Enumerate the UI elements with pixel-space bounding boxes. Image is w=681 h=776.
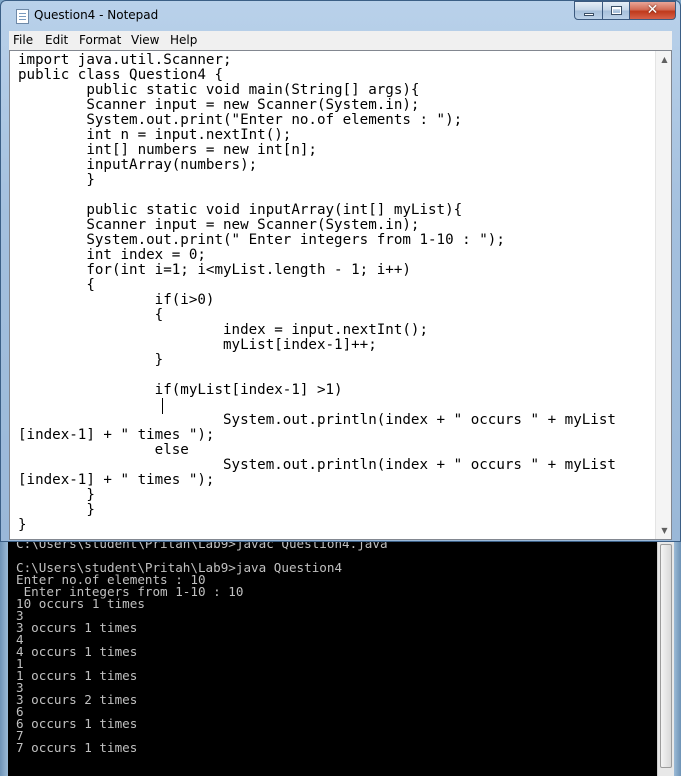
code-line: } bbox=[18, 517, 27, 533]
menu-view[interactable]: View bbox=[131, 33, 159, 47]
code-line: public class Question4 { bbox=[18, 67, 223, 83]
code-line: import java.util.Scanner; bbox=[18, 52, 232, 68]
console-line: 10 occurs 1 times bbox=[16, 596, 145, 611]
console-frame-left bbox=[0, 540, 8, 776]
code-line: for(int i=1; i<myList.length - 1; i++) bbox=[18, 262, 411, 278]
code-line: else bbox=[18, 442, 189, 458]
menu-edit[interactable]: Edit bbox=[45, 33, 68, 47]
maximize-icon bbox=[611, 6, 622, 15]
scroll-down-icon[interactable]: ▼ bbox=[656, 522, 671, 539]
code-line: public static void inputArray(int[] myLi… bbox=[18, 202, 463, 218]
code-line: public static void main(String[] args){ bbox=[18, 82, 420, 98]
code-line: int index = 0; bbox=[18, 247, 206, 263]
notepad-window: Question4 - Notepad ✕ File Edit Format V… bbox=[0, 0, 681, 542]
text-editor[interactable]: import java.util.Scanner; public class Qu… bbox=[9, 50, 672, 540]
code-line: [index-1] + " times "); bbox=[18, 472, 215, 488]
console-line: 7 occurs 1 times bbox=[16, 740, 138, 755]
code-line: int n = input.nextInt(); bbox=[18, 127, 292, 143]
menu-bar: File Edit Format View Help bbox=[9, 31, 672, 50]
code-line: [index-1] + " times "); bbox=[18, 427, 215, 443]
code-line: } bbox=[18, 502, 95, 518]
console-line: 1 occurs 1 times bbox=[16, 668, 138, 683]
window-title: Question4 - Notepad bbox=[34, 8, 159, 22]
menu-format[interactable]: Format bbox=[79, 33, 121, 47]
code-line: } bbox=[18, 352, 164, 368]
code-text: import java.util.Scanner; public class Qu… bbox=[18, 53, 616, 533]
console-line: 3 occurs 2 times bbox=[16, 692, 138, 707]
close-button[interactable]: ✕ bbox=[629, 1, 676, 20]
console-line: 6 occurs 1 times bbox=[16, 716, 138, 731]
code-line: System.out.print(" Enter integers from 1… bbox=[18, 232, 505, 248]
code-line: myList[index-1]++; bbox=[18, 337, 377, 353]
console-line: 4 occurs 1 times bbox=[16, 644, 138, 659]
title-bar[interactable]: Question4 - Notepad ✕ bbox=[1, 1, 680, 31]
menu-file[interactable]: File bbox=[13, 33, 33, 47]
code-line: Scanner input = new Scanner(System.in); bbox=[18, 217, 420, 233]
editor-scrollbar[interactable]: ▲ ▼ bbox=[655, 51, 671, 539]
code-line: { bbox=[18, 307, 164, 323]
maximize-button[interactable] bbox=[602, 1, 630, 20]
menu-help[interactable]: Help bbox=[170, 33, 197, 47]
notepad-icon bbox=[16, 9, 29, 24]
code-line: if(myList[index-1] >1) bbox=[18, 382, 343, 398]
minimize-icon bbox=[584, 13, 594, 16]
console-line: 3 occurs 1 times bbox=[16, 620, 138, 635]
console-frame-right bbox=[674, 540, 681, 776]
scroll-up-icon[interactable]: ▲ bbox=[656, 51, 671, 68]
code-line: System.out.println(index + " occurs " + … bbox=[18, 457, 616, 473]
code-line: } bbox=[18, 172, 95, 188]
console-scrollbar[interactable] bbox=[657, 540, 675, 776]
console-output[interactable]: C:\Users\student\Pritah\Lab9>javac Quest… bbox=[8, 540, 657, 776]
code-line: int[] numbers = new int[n]; bbox=[18, 142, 317, 158]
text-caret bbox=[162, 398, 163, 414]
minimize-button[interactable] bbox=[574, 1, 603, 20]
code-line: inputArray(numbers); bbox=[18, 157, 258, 173]
code-line: System.out.println(index + " occurs " + … bbox=[18, 412, 616, 428]
code-line: index = input.nextInt(); bbox=[18, 322, 428, 338]
code-line: if(i>0) bbox=[18, 292, 215, 308]
code-line: { bbox=[18, 277, 95, 293]
code-line: System.out.print("Enter no.of elements :… bbox=[18, 112, 463, 128]
code-line: Scanner input = new Scanner(System.in); bbox=[18, 97, 420, 113]
close-icon: ✕ bbox=[646, 2, 659, 18]
console-lines: C:\Users\student\Pritah\Lab9>javac Quest… bbox=[16, 540, 388, 766]
console-scroll-thumb[interactable] bbox=[660, 544, 672, 768]
code-line: } bbox=[18, 487, 95, 503]
